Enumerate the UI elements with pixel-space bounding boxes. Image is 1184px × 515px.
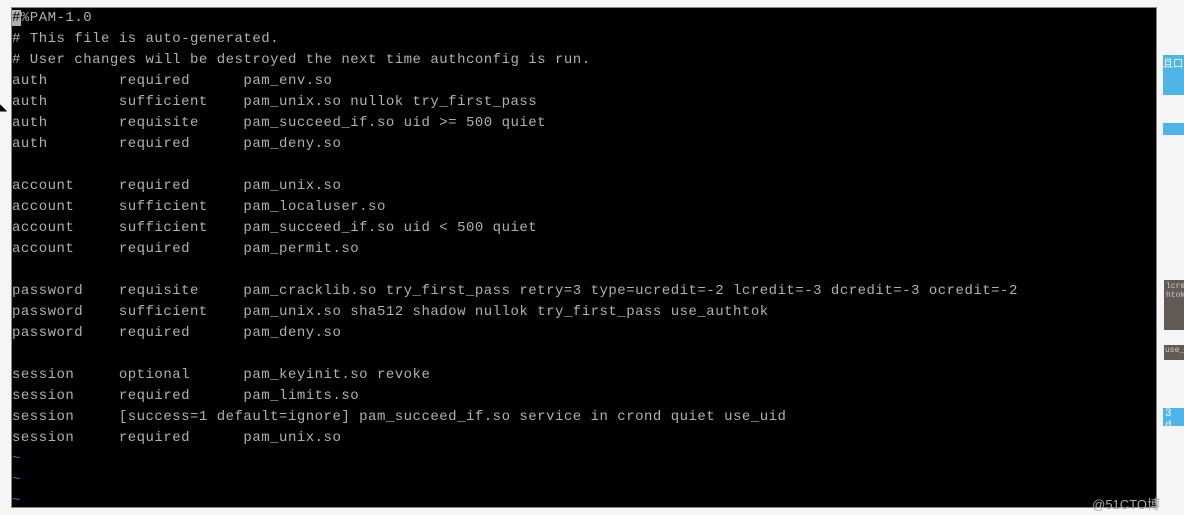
file-line: account required pam_permit.so: [12, 239, 1156, 260]
file-line: password required pam_deny.so: [12, 323, 1156, 344]
file-line: session optional pam_keyinit.so revoke: [12, 365, 1156, 386]
empty-line-tilde: ~: [12, 470, 1156, 491]
file-line: [12, 260, 1156, 281]
file-line: auth required pam_env.so: [12, 71, 1156, 92]
file-content: #%PAM-1.0# This file is auto-generated.#…: [12, 8, 1156, 449]
file-line: auth required pam_deny.so: [12, 134, 1156, 155]
watermark: @51CTO博: [1092, 494, 1160, 513]
file-line: # This file is auto-generated.: [12, 29, 1156, 50]
cursor-arrow: ◣: [0, 100, 7, 115]
file-line: #%PAM-1.0: [12, 8, 1156, 29]
file-line: # User changes will be destroyed the nex…: [12, 50, 1156, 71]
file-line: account sufficient pam_localuser.so: [12, 197, 1156, 218]
file-line: session [success=1 default=ignore] pam_s…: [12, 407, 1156, 428]
file-line: session required pam_unix.so: [12, 428, 1156, 449]
file-line: session required pam_limits.so: [12, 386, 1156, 407]
terminal-window[interactable]: #%PAM-1.0# This file is auto-generated.#…: [11, 7, 1157, 508]
file-line: account required pam_unix.so: [12, 176, 1156, 197]
file-line: account sufficient pam_succeed_if.so uid…: [12, 218, 1156, 239]
side-block-e: 3 d: [1163, 408, 1184, 426]
side-block-d: use_: [1164, 345, 1184, 360]
file-line: [12, 344, 1156, 365]
file-line: auth requisite pam_succeed_if.so uid >= …: [12, 113, 1156, 134]
side-block-c: lcre htok: [1164, 280, 1184, 330]
file-line: password requisite pam_cracklib.so try_f…: [12, 281, 1156, 302]
cursor-char: #: [12, 10, 21, 26]
empty-line-tilde: ~: [12, 449, 1156, 470]
side-block-b: [1163, 123, 1184, 135]
side-block-a: 且口: [1163, 55, 1184, 95]
empty-line-tilde: ~: [12, 491, 1156, 508]
side-panel: 且口 lcre htok use_ 3 d: [1160, 0, 1184, 515]
file-line: auth sufficient pam_unix.so nullok try_f…: [12, 92, 1156, 113]
file-line: [12, 155, 1156, 176]
file-line: password sufficient pam_unix.so sha512 s…: [12, 302, 1156, 323]
vim-tildes: ~~~: [12, 449, 1156, 508]
